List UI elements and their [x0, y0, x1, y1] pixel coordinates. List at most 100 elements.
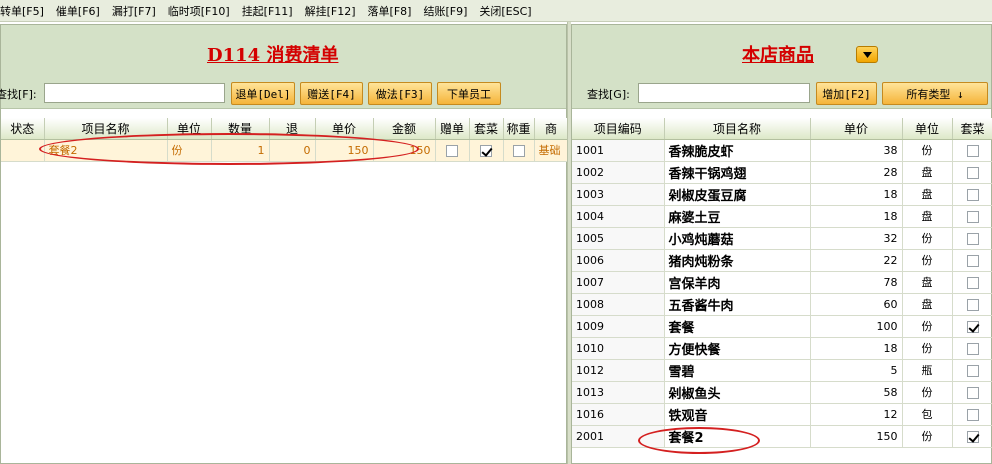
consumption-header: D114 消费清单 查找[F]: 退单[Del] 赠送[F4] 做法[F3] 下… [0, 25, 566, 109]
product-code: 1001 [572, 139, 665, 162]
table-row[interactable]: 1004 麻婆土豆 18 盘 [572, 205, 992, 228]
table-row[interactable]: 1013 剁椒鱼头 58 份 [572, 381, 992, 404]
product-set-checkbox[interactable] [966, 320, 979, 333]
product-price: 18 [810, 183, 903, 206]
col-category[interactable]: 商 [534, 118, 569, 140]
product-unit: 份 [902, 315, 953, 338]
menu-temp-item[interactable]: 临时项[F10] [168, 3, 242, 19]
product-code: 1006 [572, 249, 665, 272]
col-product-name[interactable]: 项目名称 [664, 118, 811, 140]
menu-transfer[interactable]: 转单[F5] [0, 3, 56, 19]
col-gift[interactable]: 赠单 [435, 118, 470, 140]
product-set-cell [952, 403, 992, 426]
product-set-cell [952, 315, 992, 338]
product-set-checkbox[interactable] [966, 298, 979, 311]
consumption-list-title: D114 消费清单 [207, 45, 339, 66]
product-code: 1010 [572, 337, 665, 360]
product-name: 雪碧 [664, 359, 811, 382]
col-weigh[interactable]: 称重 [503, 118, 535, 140]
table-row[interactable]: 套餐2 份 1 0 150 150 基础 [1, 139, 569, 162]
product-set-checkbox[interactable] [966, 254, 979, 267]
product-set-checkbox[interactable] [966, 188, 979, 201]
row-weigh-cell [503, 139, 535, 162]
product-unit: 盘 [902, 183, 953, 206]
menu-missed-print[interactable]: 漏打[F7] [112, 3, 168, 19]
product-set-checkbox[interactable] [966, 166, 979, 179]
col-item-code[interactable]: 项目编码 [572, 118, 665, 140]
cooking-method-button[interactable]: 做法[F3] [368, 82, 432, 105]
col-item-name[interactable]: 项目名称 [44, 118, 168, 140]
title-dropdown-button[interactable] [856, 46, 878, 63]
table-row[interactable]: 1008 五香酱牛肉 60 盘 [572, 293, 992, 316]
menu-place-order[interactable]: 落单[F8] [368, 3, 424, 19]
table-row[interactable]: 2001 套餐2 150 份 [572, 425, 992, 448]
add-product-button[interactable]: 增加[F2] [816, 82, 877, 105]
col-qty[interactable]: 数量 [211, 118, 270, 140]
product-set-cell [952, 293, 992, 316]
col-product-set[interactable]: 套菜 [952, 118, 992, 140]
product-set-cell [952, 249, 992, 272]
return-order-button[interactable]: 退单[Del] [231, 82, 295, 105]
col-price[interactable]: 单价 [315, 118, 374, 140]
gift-checkbox[interactable] [446, 144, 458, 157]
product-set-cell [952, 205, 992, 228]
menu-close[interactable]: 关闭[ESC] [479, 3, 543, 19]
consumption-table-header: 状态 项目名称 单位 数量 退 单价 金额 赠单 套菜 称重 商 [1, 118, 569, 140]
col-product-price[interactable]: 单价 [810, 118, 903, 140]
left-search-input[interactable] [44, 83, 225, 103]
menu-bar: 转单[F5] 催单[F6] 漏打[F7] 临时项[F10] 挂起[F11] 解挂… [0, 0, 992, 22]
product-unit: 份 [902, 227, 953, 250]
product-set-checkbox[interactable] [966, 408, 979, 421]
table-row[interactable]: 1010 方便快餐 18 份 [572, 337, 992, 360]
product-name: 五香酱牛肉 [664, 293, 811, 316]
table-row[interactable]: 1005 小鸡炖蘑菇 32 份 [572, 227, 992, 250]
col-return[interactable]: 退 [269, 118, 316, 140]
product-set-checkbox[interactable] [966, 210, 979, 223]
menu-checkout[interactable]: 结账[F9] [423, 3, 479, 19]
table-row[interactable]: 1003 剁椒皮蛋豆腐 18 盘 [572, 183, 992, 206]
col-amount[interactable]: 金额 [373, 118, 436, 140]
row-category: 基础 [534, 139, 569, 162]
table-row[interactable]: 1006 猪肉炖粉条 22 份 [572, 249, 992, 272]
right-search-input[interactable] [638, 83, 810, 103]
table-row[interactable]: 1001 香辣脆皮虾 38 份 [572, 139, 992, 162]
table-row[interactable]: 1009 套餐 100 份 [572, 315, 992, 338]
product-set-checkbox[interactable] [966, 276, 979, 289]
table-row[interactable]: 1007 宫保羊肉 78 盘 [572, 271, 992, 294]
menu-unsuspend[interactable]: 解挂[F12] [305, 3, 368, 19]
right-search-label: 查找[G]: [587, 88, 630, 101]
product-price: 28 [810, 161, 903, 184]
product-code: 1002 [572, 161, 665, 184]
product-set-checkbox[interactable] [966, 342, 979, 355]
product-code: 1005 [572, 227, 665, 250]
order-staff-button[interactable]: 下单员工 [437, 82, 501, 105]
menu-suspend[interactable]: 挂起[F11] [242, 3, 305, 19]
gift-button[interactable]: 赠送[F4] [300, 82, 363, 105]
product-name: 麻婆土豆 [664, 205, 811, 228]
col-unit[interactable]: 单位 [167, 118, 212, 140]
product-set-checkbox[interactable] [966, 386, 979, 399]
col-set[interactable]: 套菜 [469, 118, 504, 140]
product-price: 58 [810, 381, 903, 404]
product-unit: 盘 [902, 161, 953, 184]
product-unit: 份 [902, 337, 953, 360]
product-set-checkbox[interactable] [966, 232, 979, 245]
col-product-unit[interactable]: 单位 [902, 118, 953, 140]
product-set-checkbox[interactable] [966, 430, 979, 443]
product-set-checkbox[interactable] [966, 144, 979, 157]
row-amount: 150 [373, 139, 436, 162]
product-set-checkbox[interactable] [966, 364, 979, 377]
menu-urge[interactable]: 催单[F6] [56, 3, 112, 19]
col-status[interactable]: 状态 [1, 118, 45, 140]
product-set-cell [952, 227, 992, 250]
weigh-checkbox[interactable] [512, 144, 525, 157]
product-code: 1007 [572, 271, 665, 294]
product-price: 38 [810, 139, 903, 162]
table-row[interactable]: 1016 铁观音 12 包 [572, 403, 992, 426]
product-unit: 盘 [902, 205, 953, 228]
product-code: 1012 [572, 359, 665, 382]
all-types-button[interactable]: 所有类型 ↓ [882, 82, 988, 105]
table-row[interactable]: 1012 雪碧 5 瓶 [572, 359, 992, 382]
table-row[interactable]: 1002 香辣干锅鸡翅 28 盘 [572, 161, 992, 184]
set-checkbox[interactable] [480, 144, 492, 157]
